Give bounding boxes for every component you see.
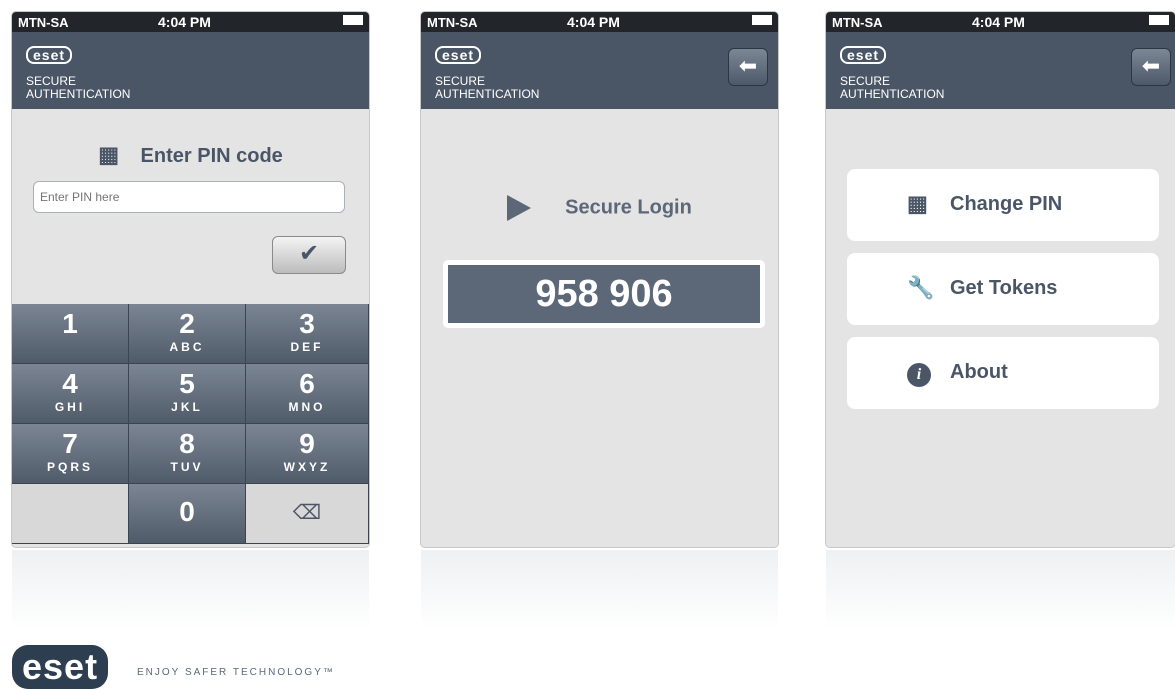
- app-subtitle: SECURE: [435, 74, 486, 88]
- app-header: eset SECURE AUTHENTICATION: [12, 32, 369, 109]
- pin-title-text: Enter PIN code: [140, 145, 283, 167]
- wrench-icon: 🔧: [907, 275, 935, 300]
- secure-login-title: Secure Login: [421, 195, 778, 221]
- key-1[interactable]: 1: [12, 304, 129, 364]
- backspace-icon: ⌫: [292, 502, 322, 524]
- phone-login-screen: MTN-SA 4:04 PM eset SECURE AUTHENTICATIO…: [421, 12, 778, 547]
- keypad-icon: ▦: [98, 142, 119, 167]
- keypad-icon: ▦: [907, 191, 928, 216]
- confirm-button[interactable]: ✔: [272, 236, 346, 274]
- key-blank: [12, 484, 129, 544]
- back-button[interactable]: ⬅: [1131, 48, 1171, 86]
- phone-pin-screen: MTN-SA 4:04 PM eset SECURE AUTHENTICATIO…: [12, 12, 369, 547]
- status-bar: MTN-SA 4:04 PM: [421, 12, 778, 32]
- battery-icon: [1149, 15, 1169, 26]
- key-6[interactable]: 6 MNO: [246, 364, 369, 424]
- status-bar: MTN-SA 4:04 PM: [12, 12, 369, 32]
- play-icon: [507, 195, 532, 221]
- carrier-label: MTN-SA: [18, 15, 69, 30]
- battery-icon: [752, 15, 772, 26]
- backspace-key[interactable]: ⌫: [246, 484, 369, 544]
- phone-menu-screen: MTN-SA 4:04 PM eset SECURE AUTHENTICATIO…: [826, 12, 1175, 547]
- back-arrow-icon: ⬅: [738, 53, 758, 78]
- app-subtitle-2: AUTHENTICATION: [840, 87, 945, 101]
- back-arrow-icon: ⬅: [1141, 53, 1161, 78]
- key-2[interactable]: 2 ABC: [129, 304, 246, 364]
- carrier-label: MTN-SA: [832, 15, 883, 30]
- secure-login-text: Secure Login: [565, 196, 692, 219]
- reflection: [12, 550, 369, 630]
- pin-title: ▦ Enter PIN code: [12, 142, 369, 168]
- clock: 4:04 PM: [158, 14, 211, 30]
- eset-brand-logo: eset: [12, 645, 109, 689]
- footer-brand: eset ENJOY SAFER TECHNOLOGY™: [12, 645, 333, 689]
- brand-tagline: ENJOY SAFER TECHNOLOGY™: [137, 667, 335, 678]
- app-header: eset SECURE AUTHENTICATION ⬅: [421, 32, 778, 109]
- clock: 4:04 PM: [567, 14, 620, 30]
- back-button[interactable]: ⬅: [728, 48, 768, 86]
- pin-input[interactable]: [33, 181, 345, 213]
- key-5[interactable]: 5 JKL: [129, 364, 246, 424]
- checkmark-icon: ✔: [298, 240, 320, 267]
- app-header: eset SECURE AUTHENTICATION ⬅: [826, 32, 1175, 109]
- app-subtitle: SECURE: [840, 74, 891, 88]
- carrier-label: MTN-SA: [427, 15, 478, 30]
- clock: 4:04 PM: [972, 14, 1025, 30]
- app-subtitle-2: AUTHENTICATION: [26, 87, 131, 101]
- about-button[interactable]: i About: [847, 337, 1159, 409]
- eset-logo: eset: [840, 46, 887, 64]
- reflection: [826, 550, 1175, 630]
- key-0[interactable]: 0: [129, 484, 246, 544]
- key-7[interactable]: 7 PQRS: [12, 424, 129, 484]
- numeric-keypad: 1 2 ABC 3 DEF 4 GHI 5 JKL 6 MNO 7 PQRS 8 TUV 9W…: [12, 304, 369, 547]
- key-9[interactable]: 9 WXYZ: [246, 424, 369, 484]
- get-tokens-button[interactable]: 🔧 Get Tokens: [847, 253, 1159, 325]
- eset-logo: eset: [435, 46, 482, 64]
- key-4[interactable]: 4 GHI: [12, 364, 129, 424]
- key-3[interactable]: 3 DEF: [246, 304, 369, 364]
- app-subtitle-2: AUTHENTICATION: [435, 87, 540, 101]
- battery-icon: [343, 15, 363, 26]
- eset-logo: eset: [26, 46, 73, 64]
- key-8[interactable]: 8 TUV: [129, 424, 246, 484]
- otp-code: 958 906: [443, 260, 765, 328]
- app-subtitle: SECURE: [26, 74, 77, 88]
- status-bar: MTN-SA 4:04 PM: [826, 12, 1175, 32]
- info-icon: i: [907, 363, 931, 387]
- change-pin-button[interactable]: ▦ Change PIN: [847, 169, 1159, 241]
- reflection: [421, 550, 778, 630]
